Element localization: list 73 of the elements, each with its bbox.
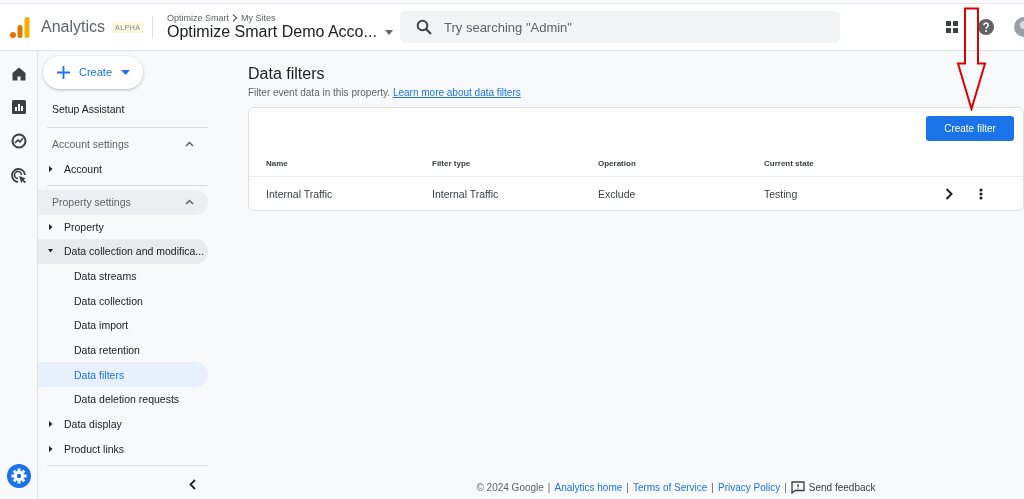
table-cell-text: Internal Traffic — [432, 187, 500, 200]
caret-icon — [121, 69, 131, 75]
chevron-icon — [185, 140, 194, 147]
separator: | — [711, 482, 714, 493]
nav-item[interactable]: Account — [38, 156, 208, 181]
home-icon[interactable] — [11, 67, 26, 81]
separator: | — [784, 482, 787, 493]
nav-subitem[interactable]: Data filters — [38, 362, 208, 388]
triangle-icon — [48, 421, 53, 428]
create-filter-button[interactable]: Create filter — [926, 116, 1014, 141]
admin-settings-button[interactable] — [6, 464, 31, 488]
section-header[interactable]: Property settings — [38, 189, 208, 215]
section-title: Account settings — [52, 137, 130, 150]
page-description: Filter event data in this property. — [248, 87, 391, 98]
nav-item[interactable]: Data collection and modifica... — [38, 239, 208, 264]
send-feedback-button[interactable]: Send feedback — [790, 481, 876, 494]
analytics-logo-icon — [10, 16, 30, 38]
bar-chart-icon[interactable] — [11, 100, 26, 114]
table-cell-text: Exclude — [598, 187, 637, 200]
search-field[interactable]: Try searching "Admin" — [400, 11, 840, 43]
triangle-icon — [48, 165, 53, 172]
triangle-icon — [48, 248, 53, 255]
explore-icon[interactable] — [10, 133, 27, 149]
learn-more-link[interactable]: Learn more about data filters — [392, 87, 521, 98]
feedback-icon — [790, 481, 805, 494]
create-button[interactable]: Create — [43, 56, 143, 89]
column-header: Operation — [598, 159, 637, 168]
separator: | — [547, 482, 551, 493]
avatar[interactable] — [1014, 17, 1024, 37]
page-title: Data filters — [248, 65, 326, 83]
chevron-right-icon — [232, 14, 238, 22]
collapse-icon[interactable] — [189, 479, 196, 491]
nav-label: Product links — [64, 442, 125, 455]
column-header: Filter type — [432, 159, 472, 168]
chevron-icon — [185, 199, 194, 206]
caret-icon — [384, 29, 393, 35]
nav-label: Data collection and modifica... — [64, 245, 205, 258]
nav-subitem[interactable]: Data collection — [38, 288, 208, 314]
column-header: Current state — [764, 159, 815, 168]
more-icon[interactable] — [979, 187, 983, 200]
apps-icon[interactable] — [946, 21, 958, 33]
separator: | — [626, 482, 629, 493]
nav-item[interactable]: Product links — [38, 436, 208, 462]
section-header[interactable]: Account settings — [38, 131, 208, 157]
table-cell-text: Testing — [764, 187, 799, 200]
cursor-target-icon[interactable] — [10, 168, 27, 184]
footer-link[interactable]: Privacy Policy — [717, 482, 781, 493]
nav-subitem[interactable]: Data streams — [38, 263, 208, 289]
search-icon — [416, 19, 432, 35]
nav-label: Property — [64, 220, 104, 233]
table-cell-text: Internal Traffic — [266, 187, 334, 200]
nav-item[interactable]: Data display — [38, 411, 208, 437]
breadcrumb-item[interactable]: Optimize Smart — [167, 13, 229, 23]
chevron-right-icon[interactable] — [945, 187, 953, 200]
nav-subitem[interactable]: Data deletion requests — [38, 387, 208, 412]
nav-item[interactable]: Setup Assistant — [38, 88, 218, 123]
triangle-icon — [48, 445, 53, 452]
footer-link[interactable]: Analytics home — [554, 482, 623, 493]
column-header: Name — [266, 159, 289, 168]
nav-label: Data display — [64, 418, 122, 431]
copyright: © 2024 Google — [476, 482, 544, 493]
nav-subitem[interactable]: Data import — [38, 313, 208, 338]
nav-subitem[interactable]: Data retention — [38, 337, 208, 363]
footer-link[interactable]: Terms of Service — [632, 482, 708, 493]
account-selector[interactable]: Optimize Smart Demo Acco... — [167, 23, 393, 41]
help-icon[interactable] — [978, 19, 994, 35]
breadcrumb-item[interactable]: My Sites — [241, 13, 276, 23]
nav-item[interactable]: Property — [38, 214, 208, 240]
section-title: Property settings — [52, 196, 131, 209]
plus-icon — [57, 65, 70, 79]
product-name: Analytics — [41, 18, 106, 36]
triangle-icon — [48, 223, 53, 230]
nav-label: Account — [64, 162, 102, 175]
